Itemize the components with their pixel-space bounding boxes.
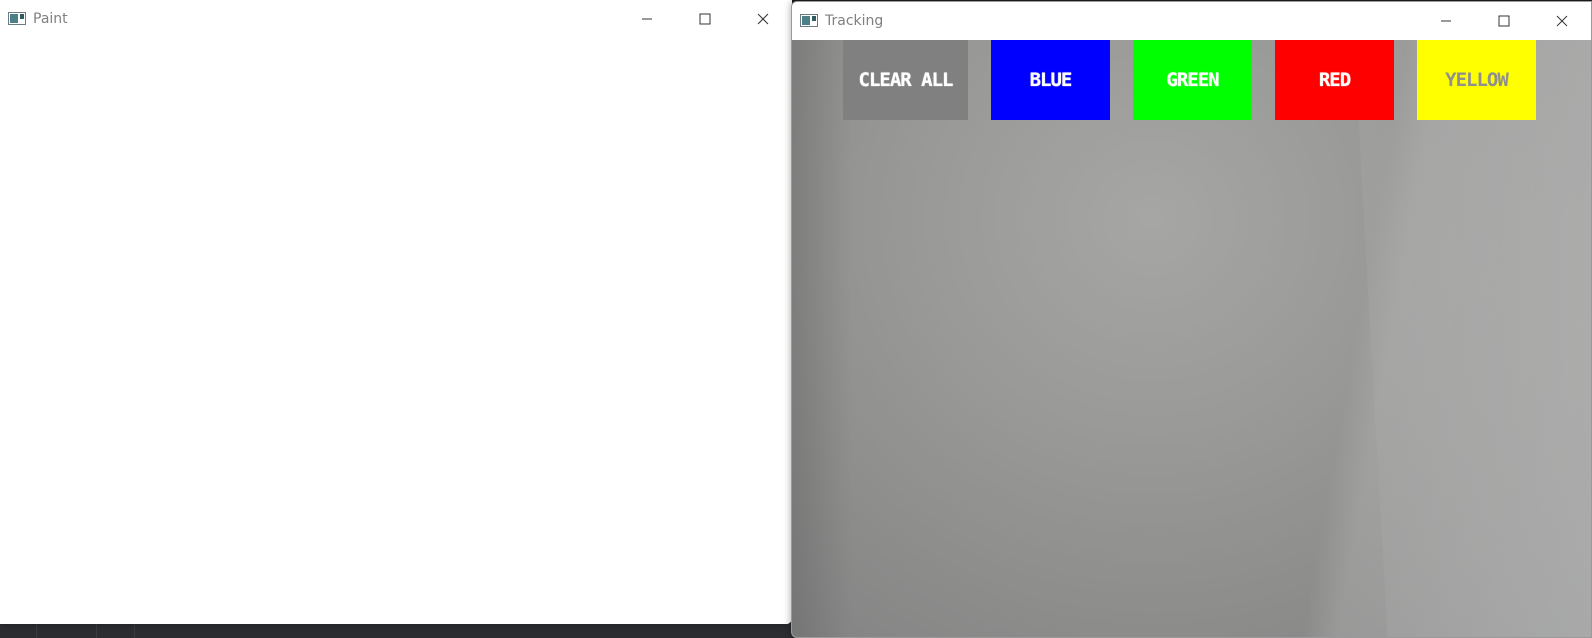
maximize-icon [1498,15,1510,26]
maximize-icon [699,13,711,24]
paint-titlebar[interactable]: Paint [0,0,792,37]
clear-all-label: CLEAR ALL [858,69,954,91]
clear-all-button[interactable]: CLEAR ALL [843,40,968,120]
green-label: GREEN [1166,69,1219,91]
camera-feed: CLEAR ALL BLUE GREEN RED YELLOW [792,40,1591,637]
paint-maximize-button[interactable] [676,0,734,37]
app-window-icon [800,14,818,27]
yellow-label: YELLOW [1445,69,1509,91]
paint-caption-buttons [618,0,792,37]
camera-shade [792,40,852,637]
minimize-icon [642,18,652,19]
tracking-titlebar[interactable]: Tracking [792,2,1591,39]
blue-label: BLUE [1029,69,1073,91]
paint-window: Paint [0,0,792,624]
tracking-close-button[interactable] [1533,2,1591,39]
red-label: RED [1318,69,1351,91]
camera-wall-edge [1354,40,1591,637]
green-color-button[interactable]: GREEN [1133,40,1252,120]
close-icon [757,13,769,24]
paint-window-title: Paint [33,10,68,27]
blue-color-button[interactable]: BLUE [991,40,1110,120]
tracking-maximize-button[interactable] [1475,2,1533,39]
minimize-icon [1441,20,1451,21]
tracking-window-title: Tracking [825,12,884,29]
app-window-icon [8,12,26,25]
paint-minimize-button[interactable] [618,0,676,37]
red-color-button[interactable]: RED [1275,40,1394,120]
desktop: Fa Paint Tracking [0,0,1592,638]
yellow-color-button[interactable]: YELLOW [1417,40,1536,120]
close-icon [1556,15,1568,26]
tracking-minimize-button[interactable] [1417,2,1475,39]
tracking-window: Tracking CLEAR ALL BLUE GREEN RED YELLOW [791,1,1592,638]
tracking-caption-buttons [1417,2,1591,39]
paint-canvas[interactable] [0,37,792,624]
paint-close-button[interactable] [734,0,792,37]
